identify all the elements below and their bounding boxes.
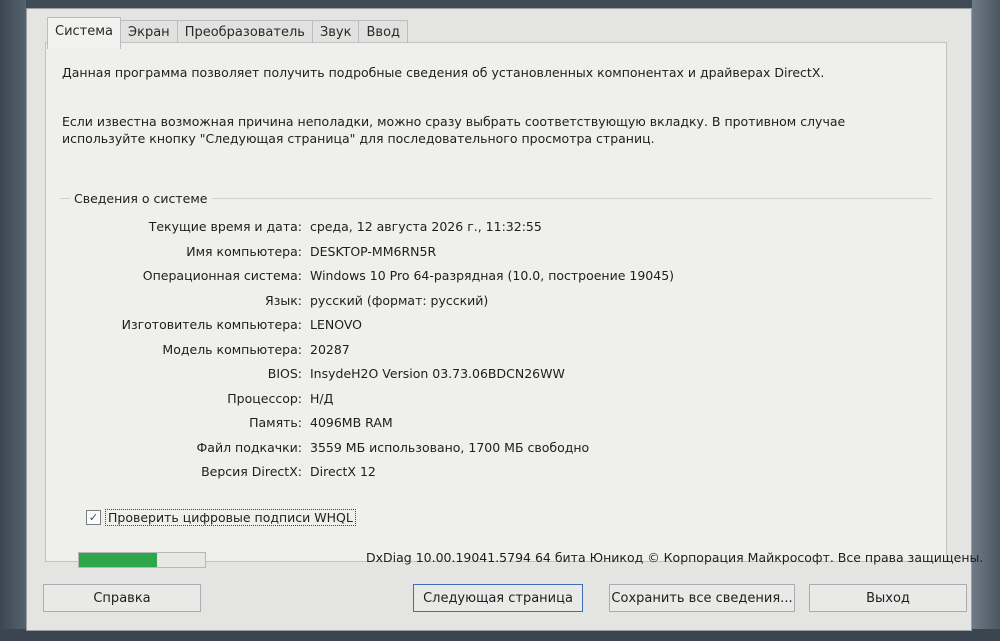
info-value: DirectX 12 xyxy=(310,464,376,479)
info-row-memory: Память: 4096MB RAM xyxy=(60,415,932,440)
info-value: DESKTOP-MM6RN5R xyxy=(310,243,437,259)
info-row-directx: Версия DirectX: DirectX 12 xyxy=(60,464,932,489)
next-page-button[interactable]: Следующая страница xyxy=(413,584,583,612)
save-all-info-button[interactable]: Сохранить все сведения... xyxy=(609,584,795,612)
info-value: LENOVO xyxy=(310,317,363,332)
info-row-computer-name: Имя компьютера: DESKTOP-MM6RN5R xyxy=(60,244,932,269)
info-label: Изготовитель компьютера: xyxy=(121,317,302,332)
info-label: Текущие время и дата: xyxy=(148,219,302,234)
help-button[interactable]: Справка xyxy=(43,584,201,612)
info-label: Процессор: xyxy=(227,390,302,406)
info-row-model: Модель компьютера: 20287 xyxy=(60,342,932,367)
info-value: русский (формат: русский) xyxy=(310,292,489,308)
info-value: Windows 10 Pro 64-разрядная (10.0, постр… xyxy=(310,268,675,283)
tab-system[interactable]: Система xyxy=(47,17,122,49)
tab-bar: Система Экран Преобразователь Звук Ввод xyxy=(47,17,409,49)
info-label: BIOS: xyxy=(267,366,302,381)
info-row-os: Операционная система: Windows 10 Pro 64-р… xyxy=(60,268,932,293)
exit-button[interactable]: Выход xyxy=(809,584,967,612)
info-value: Н/Д xyxy=(310,390,334,406)
info-value: среда, 12 августа 2026 г., 11:32:55 xyxy=(310,219,542,234)
copyright-text: DxDiag 10.00.19041.5794 64 бита Юникод ©… xyxy=(366,550,984,565)
progress-bar xyxy=(78,552,206,568)
info-label: Модель компьютера: xyxy=(162,341,302,357)
intro-text: Данная программа позволяет получить подр… xyxy=(62,65,825,80)
info-label: Имя компьютера: xyxy=(186,243,302,259)
progress-fill xyxy=(79,553,158,567)
whql-checkbox-row[interactable]: ✓ Проверить цифровые подписи WHQL xyxy=(86,509,356,526)
info-label: Язык: xyxy=(265,292,302,308)
info-label: Версия DirectX: xyxy=(201,464,302,479)
info-row-processor: Процессор: Н/Д xyxy=(60,391,932,416)
intro-hint-text: Если известна возможная причина неполадк… xyxy=(62,114,846,146)
info-value: 20287 xyxy=(310,341,350,357)
whql-checkbox[interactable]: ✓ xyxy=(86,510,101,525)
info-row-language: Язык: русский (формат: русский) xyxy=(60,293,932,318)
info-value: 3559 МБ использовано, 1700 МБ свободно xyxy=(310,439,590,455)
dxdiag-window: Система Экран Преобразователь Звук Ввод … xyxy=(26,8,983,631)
background-right xyxy=(972,0,1000,641)
info-row-bios: BIOS: InsydeH2O Version 03.73.06BDCN26WW xyxy=(60,366,932,391)
info-value: InsydeH2O Version 03.73.06BDCN26WW xyxy=(310,366,565,381)
whql-checkbox-label[interactable]: Проверить цифровые подписи WHQL xyxy=(105,509,356,526)
info-label: Операционная система: xyxy=(142,268,302,283)
info-row-pagefile: Файл подкачки: 3559 МБ использовано, 1700… xyxy=(60,440,932,465)
system-tab-panel: Данная программа позволяет получить подр… xyxy=(45,42,983,568)
system-info-group: Сведения о системе Текущие время и дата:… xyxy=(60,191,932,499)
system-info-title: Сведения о системе xyxy=(70,191,212,206)
info-row-datetime: Текущие время и дата: среда, 12 августа 2… xyxy=(60,219,932,244)
info-label: Файл подкачки: xyxy=(196,439,302,455)
background-left xyxy=(0,0,26,641)
info-value: 4096MB RAM xyxy=(310,415,393,430)
info-row-manufacturer: Изготовитель компьютера: LENOVO xyxy=(60,317,932,342)
info-label: Память: xyxy=(249,415,302,430)
